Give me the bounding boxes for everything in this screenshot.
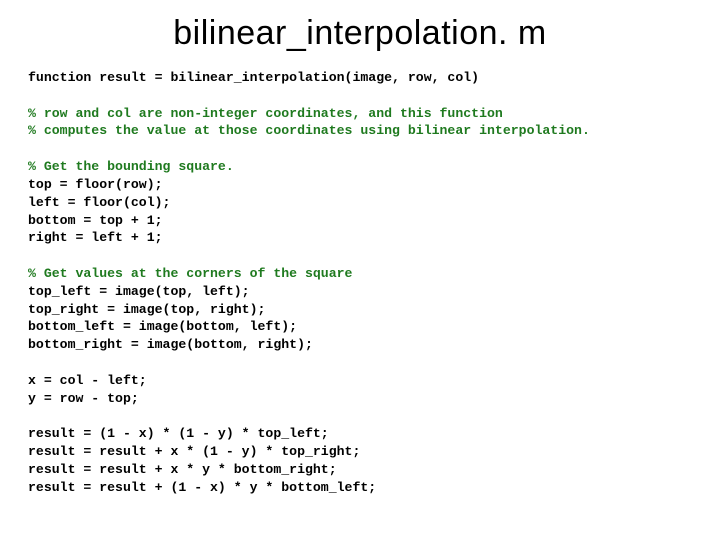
code-comment: % computes the value at those coordinate…	[28, 123, 590, 138]
code-line: bottom_right = image(bottom, right);	[28, 337, 313, 352]
code-line: top = floor(row);	[28, 177, 163, 192]
code-comment: % Get values at the corners of the squar…	[28, 266, 352, 281]
code-comment: % row and col are non-integer coordinate…	[28, 106, 503, 121]
code-line: left = floor(col);	[28, 195, 170, 210]
code-line: result = result + (1 - x) * y * bottom_l…	[28, 480, 376, 495]
code-line: result = result + x * (1 - y) * top_righ…	[28, 444, 360, 459]
code-block: function result = bilinear_interpolation…	[28, 69, 692, 497]
code-line: top_left = image(top, left);	[28, 284, 250, 299]
code-line: bottom_left = image(bottom, left);	[28, 319, 297, 334]
code-comment: % Get the bounding square.	[28, 159, 234, 174]
slide-title: bilinear_interpolation. m	[28, 14, 692, 53]
slide: bilinear_interpolation. m function resul…	[0, 0, 720, 540]
code-line: bottom = top + 1;	[28, 213, 163, 228]
code-line: result = result + x * y * bottom_right;	[28, 462, 337, 477]
code-line: top_right = image(top, right);	[28, 302, 265, 317]
code-line: right = left + 1;	[28, 230, 163, 245]
code-line: x = col - left;	[28, 373, 147, 388]
code-line: result = (1 - x) * (1 - y) * top_left;	[28, 426, 329, 441]
code-line: function result = bilinear_interpolation…	[28, 70, 479, 85]
code-line: y = row - top;	[28, 391, 139, 406]
